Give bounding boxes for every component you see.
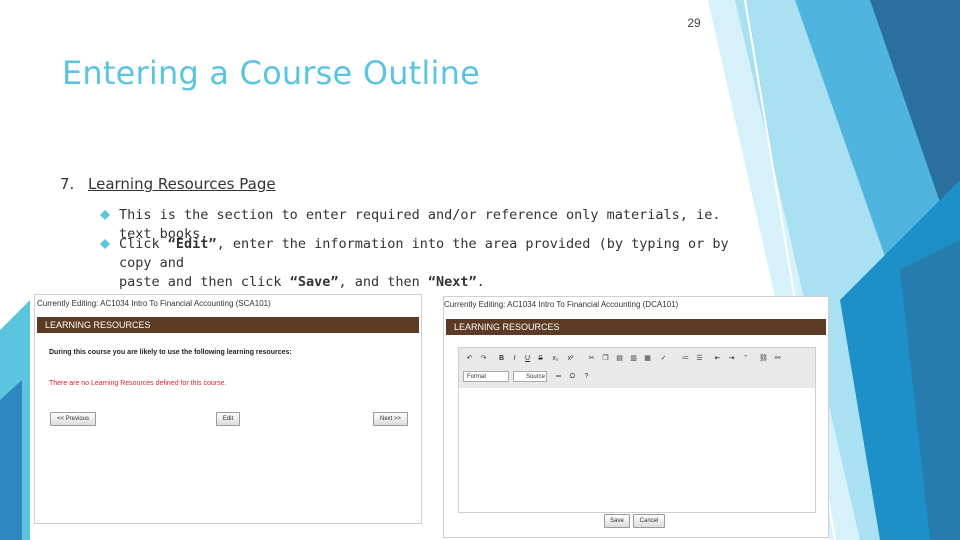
bullet-item: Click “Edit”, enter the information into… bbox=[100, 235, 740, 292]
diamond-bullet-icon bbox=[100, 239, 110, 249]
learning-resources-header: LEARNING RESOURCES bbox=[446, 319, 826, 335]
previous-button[interactable]: << Previous bbox=[50, 412, 96, 426]
subscript-icon[interactable]: x₂ bbox=[551, 354, 560, 363]
copy-icon[interactable]: ❐ bbox=[601, 354, 610, 363]
currently-editing-label: Currently Editing: AC1034 Intro To Finan… bbox=[444, 300, 679, 309]
redo-icon[interactable]: ↷ bbox=[479, 354, 488, 363]
special-character-icon[interactable]: Ω bbox=[568, 372, 577, 381]
learning-resources-view-screenshot: Currently Editing: AC1034 Intro To Finan… bbox=[34, 294, 422, 524]
bullet-text: Click “Edit”, enter the information into… bbox=[119, 236, 729, 290]
format-select[interactable]: Format bbox=[463, 371, 509, 382]
resources-intro-text: During this course you are likely to use… bbox=[49, 349, 292, 356]
indent-icon[interactable]: ⇥ bbox=[727, 354, 736, 363]
help-icon[interactable]: ? bbox=[582, 372, 591, 381]
slide-title: Entering a Course Outline bbox=[62, 54, 480, 92]
italic-icon[interactable]: I bbox=[510, 354, 519, 363]
slide-number: 29 bbox=[687, 16, 701, 30]
no-resources-warning: There are no Learning Resources defined … bbox=[49, 380, 227, 387]
outdent-icon[interactable]: ⇤ bbox=[713, 354, 722, 363]
spellcheck-icon[interactable]: ✓ bbox=[659, 354, 668, 363]
diamond-bullet-icon bbox=[100, 210, 110, 220]
source-button[interactable]: Source bbox=[513, 371, 547, 382]
blockquote-icon[interactable]: ” bbox=[741, 354, 750, 363]
rich-text-toolbar: ↶ ↷ B I U S x₂ x² ✂ ❐ ▤ ▥ ▦ ✓ ≔ ☰ ⇤ ⇥ ” … bbox=[458, 347, 816, 389]
learning-resources-edit-screenshot: Currently Editing: AC1034 Intro To Finan… bbox=[443, 296, 829, 538]
horizontal-rule-icon[interactable]: ═ bbox=[554, 372, 563, 381]
save-button[interactable]: Save bbox=[604, 514, 630, 528]
link-icon[interactable]: ⛓ bbox=[759, 354, 768, 363]
learning-resources-header: LEARNING RESOURCES bbox=[37, 317, 419, 333]
paste-text-icon[interactable]: ▥ bbox=[629, 354, 638, 363]
strikethrough-icon[interactable]: S bbox=[536, 354, 545, 363]
cut-icon[interactable]: ✂ bbox=[587, 354, 596, 363]
next-button[interactable]: Next >> bbox=[373, 412, 408, 426]
cancel-button[interactable]: Cancel bbox=[633, 514, 665, 528]
rich-text-editor-area[interactable] bbox=[458, 388, 816, 513]
section-number: 7. bbox=[60, 175, 75, 193]
numbered-list-icon[interactable]: ≔ bbox=[681, 354, 690, 363]
paste-word-icon[interactable]: ▦ bbox=[643, 354, 652, 363]
bullet-list-icon[interactable]: ☰ bbox=[695, 354, 704, 363]
undo-icon[interactable]: ↶ bbox=[465, 354, 474, 363]
currently-editing-label: Currently Editing: AC1034 Intro To Finan… bbox=[37, 299, 271, 308]
superscript-icon[interactable]: x² bbox=[566, 354, 575, 363]
paste-icon[interactable]: ▤ bbox=[615, 354, 624, 363]
edit-button[interactable]: Edit bbox=[216, 412, 240, 426]
section-heading: 7. Learning Resources Page bbox=[60, 175, 276, 193]
underline-icon[interactable]: U bbox=[523, 354, 532, 363]
section-title: Learning Resources Page bbox=[88, 175, 276, 193]
bold-icon[interactable]: B bbox=[497, 354, 506, 363]
unlink-icon[interactable]: ⚯ bbox=[773, 354, 782, 363]
